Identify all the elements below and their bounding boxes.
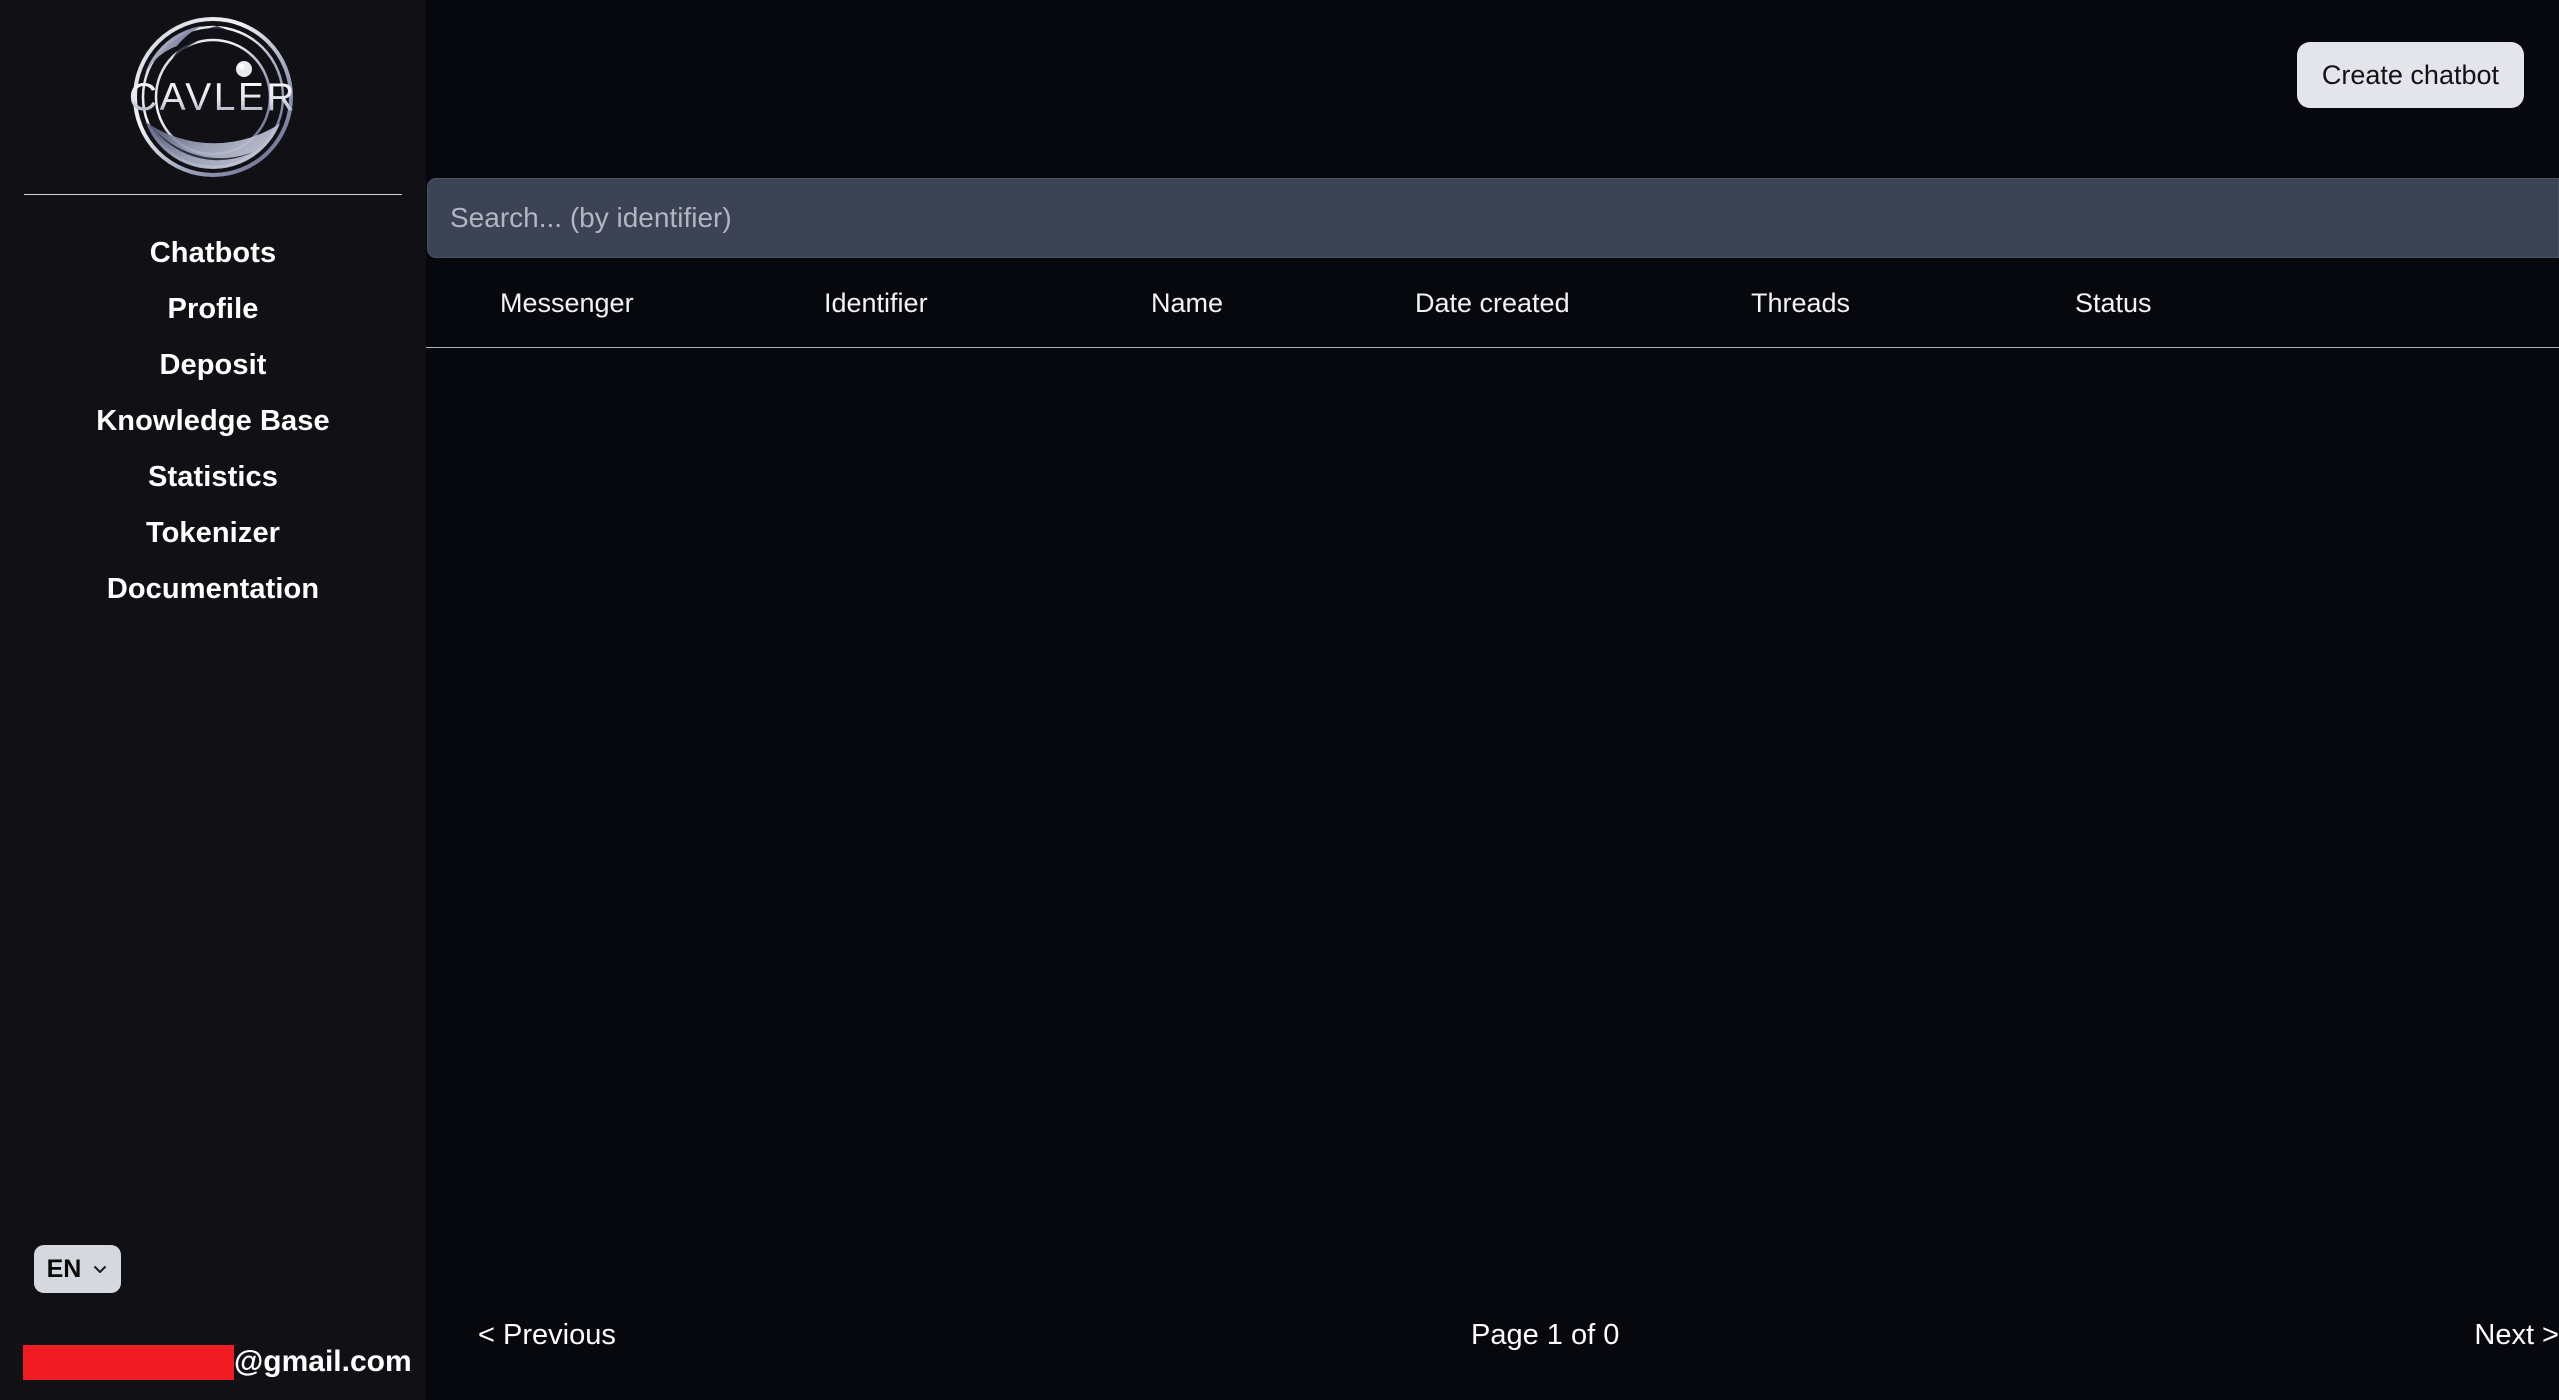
sidebar: CAVLER Chatbots Profile Deposit Knowledg…	[0, 0, 426, 1400]
top-bar: Create chatbot	[426, 0, 2559, 178]
search-bar	[427, 178, 2559, 258]
sidebar-item-deposit[interactable]: Deposit	[0, 337, 426, 393]
sidebar-item-statistics[interactable]: Statistics	[0, 449, 426, 505]
sidebar-item-documentation[interactable]: Documentation	[0, 561, 426, 617]
language-selector[interactable]: EN	[34, 1245, 121, 1293]
cavler-logo-icon: CAVLER	[129, 17, 297, 177]
main-content: Create chatbot Messenger Identifier Name…	[426, 0, 2559, 1400]
column-header-messenger[interactable]: Messenger	[500, 287, 634, 319]
sidebar-divider	[24, 194, 402, 195]
page-indicator: Page 1 of 0	[1471, 1319, 1620, 1351]
app-root: CAVLER Chatbots Profile Deposit Knowledg…	[0, 0, 2559, 1400]
email-redaction-block	[23, 1344, 234, 1380]
table-body-empty	[426, 348, 2559, 1280]
sidebar-item-knowledge-base[interactable]: Knowledge Base	[0, 393, 426, 449]
svg-text:CAVLER: CAVLER	[129, 76, 297, 119]
column-header-status[interactable]: Status	[2075, 287, 2152, 319]
next-page-button[interactable]: Next >	[2474, 1318, 2559, 1352]
column-header-name[interactable]: Name	[1151, 287, 1223, 319]
chevron-down-icon	[92, 1261, 108, 1277]
language-code: EN	[46, 1254, 82, 1283]
column-header-threads[interactable]: Threads	[1751, 287, 1850, 319]
user-email: @gmail.com	[23, 1340, 412, 1384]
table-header-row: Messenger Identifier Name Date created T…	[426, 258, 2559, 348]
sidebar-item-tokenizer[interactable]: Tokenizer	[0, 505, 426, 561]
search-input[interactable]	[427, 178, 2559, 258]
sidebar-item-chatbots[interactable]: Chatbots	[0, 225, 426, 281]
pagination: < Previous Page 1 of 0 Next >	[426, 1280, 2559, 1400]
previous-page-button[interactable]: < Previous	[478, 1318, 616, 1352]
app-logo[interactable]: CAVLER	[113, 2, 313, 192]
column-header-date-created[interactable]: Date created	[1415, 287, 1570, 319]
sidebar-nav: Chatbots Profile Deposit Knowledge Base …	[0, 225, 426, 617]
column-header-identifier[interactable]: Identifier	[824, 287, 928, 319]
sidebar-item-profile[interactable]: Profile	[0, 281, 426, 337]
create-chatbot-button[interactable]: Create chatbot	[2296, 42, 2524, 108]
chatbots-table: Messenger Identifier Name Date created T…	[426, 258, 2559, 1280]
email-domain-label: @gmail.com	[234, 1345, 412, 1378]
